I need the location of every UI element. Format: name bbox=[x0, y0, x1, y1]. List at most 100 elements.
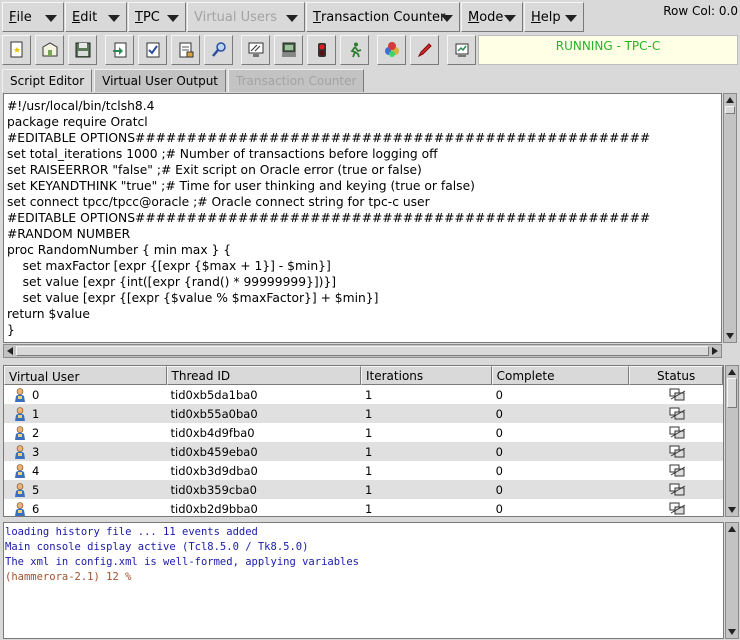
menu-tc-label-key: T bbox=[313, 9, 321, 25]
search-icon bbox=[211, 42, 226, 57]
user-icon bbox=[14, 463, 26, 478]
search-button[interactable] bbox=[204, 35, 233, 65]
code-line[interactable]: return $value bbox=[7, 306, 721, 322]
virtual-user-id: 3 bbox=[32, 444, 40, 459]
menu-edit[interactable]: Edit bbox=[65, 2, 127, 32]
code-line[interactable]: proc RandomNumber { min max } { bbox=[7, 242, 721, 258]
console-line: Main console display active (Tcl8.5.0 / … bbox=[5, 541, 309, 553]
menu-tpc-label-key: T bbox=[135, 9, 143, 25]
table-row[interactable]: 1 tid0xb55a0ba0 1 0 bbox=[4, 404, 723, 423]
editor-vertical-scrollbar[interactable] bbox=[723, 93, 737, 343]
code-line[interactable]: set total_iterations 1000 ;# Number of t… bbox=[7, 146, 721, 162]
scroll-down-icon[interactable] bbox=[726, 333, 734, 339]
console-prompt: (hammerora-2.1) 12 % bbox=[5, 571, 132, 583]
virtual-user-id: 1 bbox=[32, 406, 40, 421]
open-script-button[interactable] bbox=[35, 35, 64, 65]
virtual-user-id: 5 bbox=[32, 482, 40, 497]
column-header-iterations[interactable]: Iterations bbox=[361, 366, 492, 385]
scroll-right-icon[interactable] bbox=[712, 347, 718, 355]
table-row[interactable]: 5 tid0xb359cba0 1 0 bbox=[4, 480, 723, 499]
iterations-cell: 1 bbox=[365, 501, 373, 516]
user-icon bbox=[14, 501, 26, 516]
menu-help[interactable]: Help bbox=[524, 2, 584, 32]
code-line[interactable]: } bbox=[7, 322, 721, 338]
palette-icon bbox=[384, 42, 399, 57]
menu-mode[interactable]: Mode bbox=[461, 2, 523, 32]
edit-button[interactable] bbox=[410, 35, 439, 65]
scroll-up-icon[interactable] bbox=[728, 369, 736, 375]
colors-button[interactable] bbox=[377, 35, 406, 65]
code-line[interactable]: package require Oratcl bbox=[7, 114, 721, 130]
code-line[interactable]: set KEYANDTHINK "true" ;# Time for user … bbox=[7, 178, 721, 194]
virtual-user-cell: 2 bbox=[4, 426, 167, 440]
scroll-down-icon[interactable] bbox=[728, 507, 736, 513]
code-line[interactable]: #EDITABLE OPTIONS#######################… bbox=[7, 210, 721, 226]
code-line[interactable]: set RAISEERROR "false" ;# Exit script on… bbox=[7, 162, 721, 178]
status-icon bbox=[669, 502, 687, 516]
thread-id-cell: tid0xb459eba0 bbox=[170, 444, 258, 459]
status-cell bbox=[629, 464, 723, 478]
code-line[interactable]: #!/usr/local/bin/tclsh8.4 bbox=[7, 98, 721, 114]
transaction-counter-button[interactable] bbox=[447, 35, 476, 65]
column-header-thread-id[interactable]: Thread ID bbox=[166, 366, 361, 385]
scroll-down-icon[interactable] bbox=[728, 629, 736, 635]
column-header-virtual-user[interactable]: Virtual User bbox=[4, 366, 167, 385]
script-editor[interactable]: #!/usr/local/bin/tclsh8.4 package require… bbox=[3, 93, 722, 343]
complete-cell: 0 bbox=[495, 482, 503, 497]
menu-mode-label: ode bbox=[479, 9, 504, 25]
code-line[interactable]: set value [expr {int([expr {rand() * 999… bbox=[7, 274, 721, 290]
code-line[interactable]: set maxFactor [expr {[expr {$max + 1}] -… bbox=[7, 258, 721, 274]
table-row[interactable]: 6 tid0xb2d9bba0 1 0 bbox=[4, 499, 723, 516]
virtual-user-id: 4 bbox=[32, 463, 40, 478]
create-users-button[interactable] bbox=[241, 35, 270, 65]
load-driver-button[interactable] bbox=[105, 35, 134, 65]
menu-help-label: elp bbox=[540, 9, 561, 25]
editor-scroll-thumb[interactable] bbox=[725, 106, 735, 114]
build-schema-button[interactable] bbox=[138, 35, 167, 65]
table-vertical-scrollbar[interactable] bbox=[725, 365, 739, 517]
new-script-button[interactable] bbox=[2, 35, 31, 65]
menu-tpc[interactable]: T PC bbox=[128, 2, 186, 32]
edit-options-button[interactable] bbox=[171, 35, 200, 65]
menu-edit-label: dit bbox=[80, 9, 98, 25]
traffic-light-icon bbox=[317, 43, 326, 57]
tab-transaction-counter[interactable]: Transaction Counter bbox=[228, 69, 365, 92]
code-line[interactable]: set value [expr {[expr {$value % $maxFac… bbox=[7, 290, 721, 306]
tab-virtual-user-output[interactable]: Virtual User Output bbox=[94, 69, 227, 92]
scroll-up-icon[interactable] bbox=[726, 97, 734, 103]
column-header-status[interactable]: Status bbox=[629, 366, 723, 385]
column-header-complete[interactable]: Complete bbox=[491, 366, 630, 385]
table-header: Virtual User Thread ID Iterations Comple… bbox=[4, 366, 723, 385]
run-button[interactable] bbox=[340, 35, 369, 65]
console-vertical-scrollbar[interactable] bbox=[725, 522, 739, 639]
table-scroll-thumb[interactable] bbox=[727, 378, 737, 408]
table-row[interactable]: 0 tid0xb5da1ba0 1 0 bbox=[4, 385, 723, 404]
code-line[interactable]: set connect tpcc/tpcc@oracle ;# Oracle c… bbox=[7, 194, 721, 210]
vu-output-button[interactable] bbox=[274, 35, 303, 65]
monitor-icon bbox=[248, 42, 263, 57]
menu-file[interactable]: File bbox=[2, 2, 64, 32]
table-row[interactable]: 2 tid0xb4d9fba0 1 0 bbox=[4, 423, 723, 442]
virtual-user-cell: 1 bbox=[4, 407, 167, 421]
menu-transaction-counter[interactable]: Transaction Counter bbox=[306, 2, 460, 32]
tab-script-editor[interactable]: Script Editor bbox=[2, 69, 93, 92]
table-row[interactable]: 3 tid0xb459eba0 1 0 bbox=[4, 442, 723, 461]
horizontal-scroll-thumb[interactable] bbox=[16, 346, 709, 356]
scroll-up-icon[interactable] bbox=[728, 526, 736, 532]
code-line[interactable]: #RANDOM NUMBER bbox=[7, 226, 721, 242]
chevron-down-icon bbox=[565, 15, 577, 22]
console-output[interactable]: loading history file ... 11 events added… bbox=[3, 522, 724, 639]
stop-button[interactable] bbox=[307, 35, 336, 65]
user-icon bbox=[14, 387, 26, 402]
save-script-button[interactable] bbox=[68, 35, 97, 65]
status-icon bbox=[669, 407, 687, 421]
editor-horizontal-scrollbar[interactable] bbox=[3, 344, 722, 358]
virtual-user-id: 0 bbox=[32, 387, 40, 402]
scroll-left-icon[interactable] bbox=[7, 347, 13, 355]
editor-scroll-track[interactable] bbox=[725, 124, 735, 332]
document-options-icon bbox=[179, 42, 193, 58]
table-row[interactable]: 4 tid0xb3d9dba0 1 0 bbox=[4, 461, 723, 480]
menu-help-label-key: H bbox=[531, 9, 541, 25]
menu-virtual-users[interactable]: Virtual Users bbox=[187, 2, 305, 32]
code-line[interactable]: #EDITABLE OPTIONS#######################… bbox=[7, 130, 721, 146]
